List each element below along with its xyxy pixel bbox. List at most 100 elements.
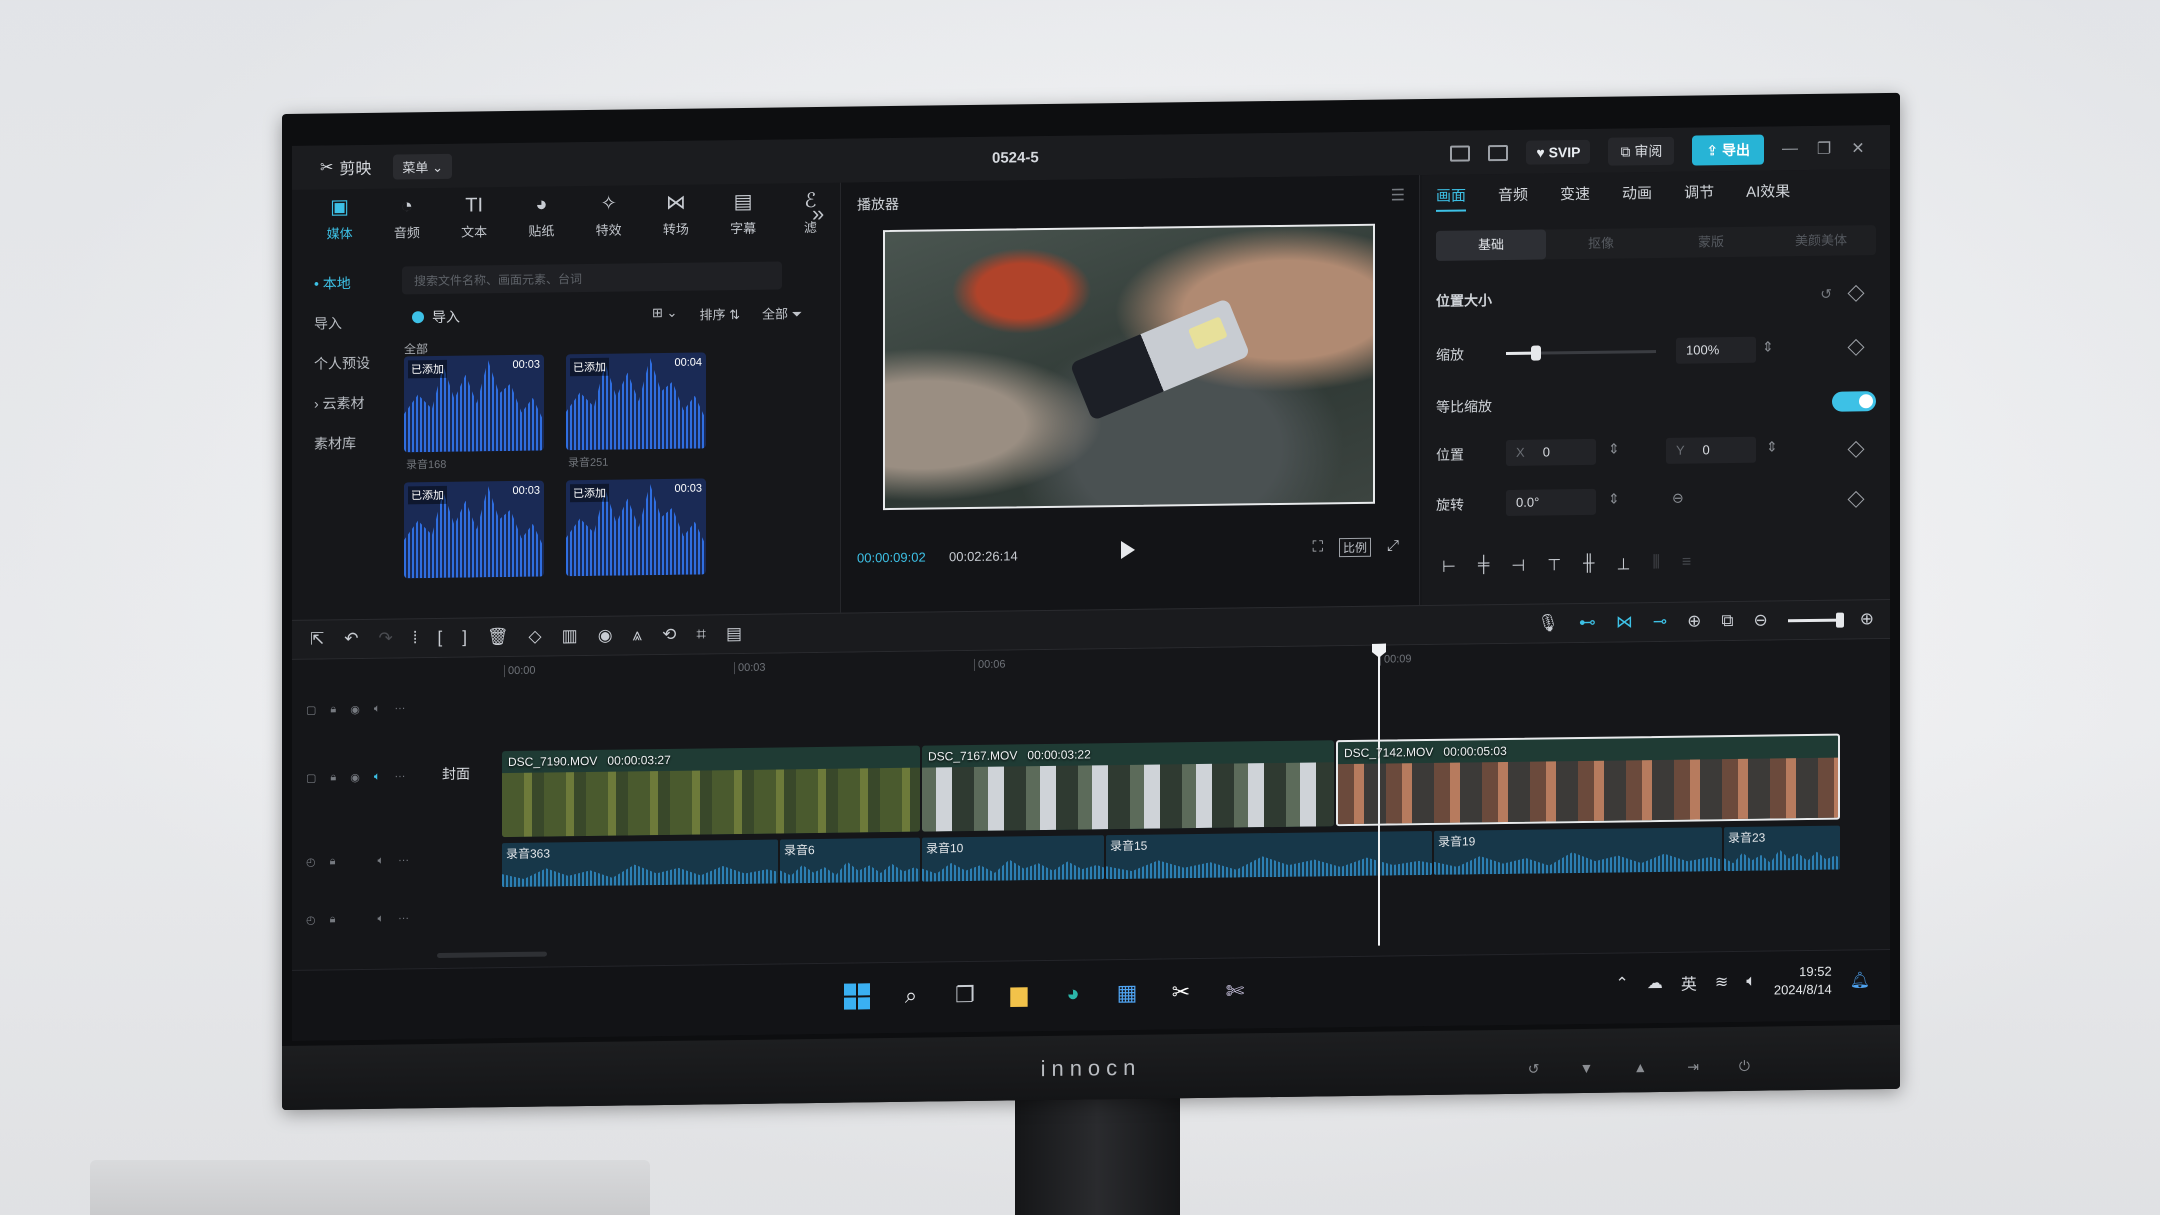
rotate-dial-icon[interactable]: ⊖ <box>1672 490 1684 507</box>
ratio-button[interactable]: 比例 <box>1338 537 1371 558</box>
snap-icon[interactable]: ⋈ <box>1616 612 1633 632</box>
speaker-icon[interactable]: 🔈︎ <box>377 855 384 868</box>
split-screen-icon[interactable]: ⊕ <box>1687 611 1701 631</box>
media-clip[interactable]: 已添加 00:03 <box>566 478 706 577</box>
align-vcenter-icon[interactable]: ╫ <box>1583 555 1594 575</box>
osd-power-icon[interactable]: ⏻ <box>1739 1058 1750 1075</box>
osd-up-icon[interactable]: ▲ <box>1633 1059 1647 1076</box>
media-clip[interactable]: 已添加 00:03 <box>404 354 544 453</box>
file-explorer-icon[interactable]: ▆ <box>1004 979 1034 1009</box>
audio-clip[interactable]: 录音15 <box>1106 830 1432 880</box>
align-left-icon[interactable]: ⊢ <box>1442 557 1456 577</box>
eye-icon[interactable]: ◉ <box>350 771 360 784</box>
speaker-icon[interactable]: 🔈︎ <box>377 913 384 926</box>
osd-input-icon[interactable]: ⇥ <box>1687 1058 1699 1075</box>
close-icon[interactable]: ✕ <box>1850 138 1866 158</box>
nav-presets[interactable]: 个人预设 <box>292 343 390 384</box>
audio-track-icon[interactable]: ◴ <box>306 856 316 869</box>
nav-library[interactable]: 素材库 <box>292 423 390 464</box>
play-icon[interactable] <box>1121 540 1135 560</box>
media-clip[interactable]: 已添加 00:03 <box>404 480 544 579</box>
menu-button[interactable]: 菜单 ⌄ <box>393 153 452 180</box>
tab-subtitle[interactable]: ▤ 字幕 <box>714 184 773 253</box>
audio-clip[interactable]: 录音363 <box>502 839 778 888</box>
audio-clip[interactable]: 录音23 <box>1724 825 1840 872</box>
stepper-icon[interactable]: ⇕ <box>1762 338 1774 355</box>
mark-icon[interactable]: ◇ <box>529 627 542 647</box>
more-tabs-icon[interactable]: » <box>812 201 824 227</box>
tab-text[interactable]: TI 文本 <box>445 187 504 256</box>
menu-icon[interactable]: ☰ <box>1391 185 1405 205</box>
keyframe-icon[interactable] <box>1847 490 1865 508</box>
keyframe-icon[interactable] <box>1847 440 1865 458</box>
slider-knob[interactable] <box>1531 345 1541 361</box>
video-preview[interactable] <box>883 223 1375 511</box>
video-clip[interactable]: DSC_7167.MOV 00:00:03:22 <box>922 740 1334 832</box>
align-hcenter-icon[interactable]: ╪ <box>1478 556 1489 576</box>
mirror-icon[interactable]: ⩓ <box>633 625 643 645</box>
capcut-icon[interactable]: ✂ <box>1166 977 1196 1007</box>
media-clip[interactable]: 已添加 00:04 <box>566 352 706 451</box>
rotate-icon[interactable]: ⟲ <box>662 625 676 645</box>
zoom-slider[interactable] <box>1787 618 1840 622</box>
freeze-icon[interactable]: ▥ <box>562 626 578 646</box>
nav-import[interactable]: 导入 <box>292 303 390 344</box>
x-field[interactable]: X 0 <box>1506 438 1596 466</box>
keyframe-icon[interactable] <box>1847 284 1865 302</box>
timeline-scrollbar[interactable] <box>437 951 547 958</box>
store-icon[interactable]: ▦ <box>1112 978 1142 1008</box>
lock-icon[interactable]: 🔒︎ <box>330 703 336 716</box>
cloud-offline-icon[interactable]: ☁ <box>1647 973 1663 993</box>
tab-speed[interactable]: 变速 <box>1560 183 1590 210</box>
distribute-v-icon[interactable]: ≡ <box>1682 554 1691 574</box>
search-input[interactable]: 搜索文件名称、画面元素、台词 <box>402 261 782 295</box>
reverse-icon[interactable]: ◉ <box>598 626 613 646</box>
tab-transition[interactable]: ⋈ 转场 <box>646 184 705 253</box>
lock-icon[interactable]: 🔒︎ <box>330 771 336 784</box>
fullscreen-icon[interactable]: ⤢ <box>1387 537 1399 556</box>
grid-view-icon[interactable]: ⊞ ⌄ <box>652 304 677 323</box>
split-icon[interactable]: ⁞ <box>413 628 418 648</box>
audio-track-icon[interactable]: ◴ <box>306 914 316 927</box>
undo-icon[interactable]: ↶ <box>344 629 358 649</box>
wifi-icon[interactable]: ≋ <box>1715 972 1728 992</box>
tab-picture[interactable]: 画面 <box>1436 184 1467 212</box>
redo-icon[interactable]: ↷ <box>379 629 393 649</box>
screenshot-icon[interactable]: ⛶ <box>1312 538 1323 557</box>
select-tool-icon[interactable]: ⇱ <box>310 629 324 649</box>
audio-clip[interactable]: 录音6 <box>780 837 920 884</box>
align-right-icon[interactable]: ⊣ <box>1511 556 1525 576</box>
panel-layout-icon[interactable] <box>1488 144 1509 162</box>
volume-icon[interactable]: 🔈︎ <box>1746 973 1756 991</box>
tab-effects[interactable]: ✧ 特效 <box>579 185 638 254</box>
subtitle-edit-icon[interactable]: ▤ <box>726 624 742 644</box>
linkage-icon[interactable]: ⊸ <box>1653 612 1667 632</box>
speaker-icon[interactable]: 🔈︎ <box>374 703 381 716</box>
crop-icon[interactable]: ⌗ <box>696 624 706 644</box>
filter-button[interactable]: 全部 ⏷ <box>762 303 802 323</box>
clock[interactable]: 19:52 2024/8/14 <box>1774 963 1832 1000</box>
link-icon[interactable]: ⊷ <box>1579 613 1596 633</box>
track-select-icon[interactable]: ▢ <box>306 704 316 717</box>
uniform-scale-toggle[interactable] <box>1832 391 1876 412</box>
scale-value[interactable]: 100% <box>1676 336 1756 364</box>
more-icon[interactable]: ··· <box>398 912 409 925</box>
tab-audio[interactable]: ◔ 音频 <box>377 188 436 257</box>
track-select-icon[interactable]: ▢ <box>306 772 316 785</box>
edge-icon[interactable]: ◕ <box>1058 978 1088 1008</box>
notification-bell-icon[interactable]: 🔔︎ <box>1850 970 1870 990</box>
distribute-h-icon[interactable]: ⫼ <box>1652 554 1659 574</box>
subtab-cutout[interactable]: 抠像 <box>1546 228 1656 259</box>
video-clip-selected[interactable]: DSC_7142.MOV 00:00:05:03 <box>1336 733 1840 827</box>
snipping-tool-icon[interactable]: ✄ <box>1220 976 1250 1006</box>
align-top-icon[interactable]: ⊤ <box>1547 555 1561 575</box>
subtab-mask[interactable]: 蒙版 <box>1656 227 1766 258</box>
keyframe-icon[interactable] <box>1847 338 1865 356</box>
layout-icon[interactable] <box>1450 145 1471 162</box>
export-button[interactable]: ⇪ 导出 <box>1692 134 1764 166</box>
sort-button[interactable]: 排序 ⇅ <box>699 304 740 324</box>
rotate-field[interactable]: 0.0° <box>1506 488 1596 516</box>
microphone-icon[interactable]: 🎙 <box>1537 613 1559 633</box>
tab-audio-props[interactable]: 音频 <box>1498 184 1528 211</box>
tab-ai-effects[interactable]: AI效果 <box>1746 180 1790 208</box>
